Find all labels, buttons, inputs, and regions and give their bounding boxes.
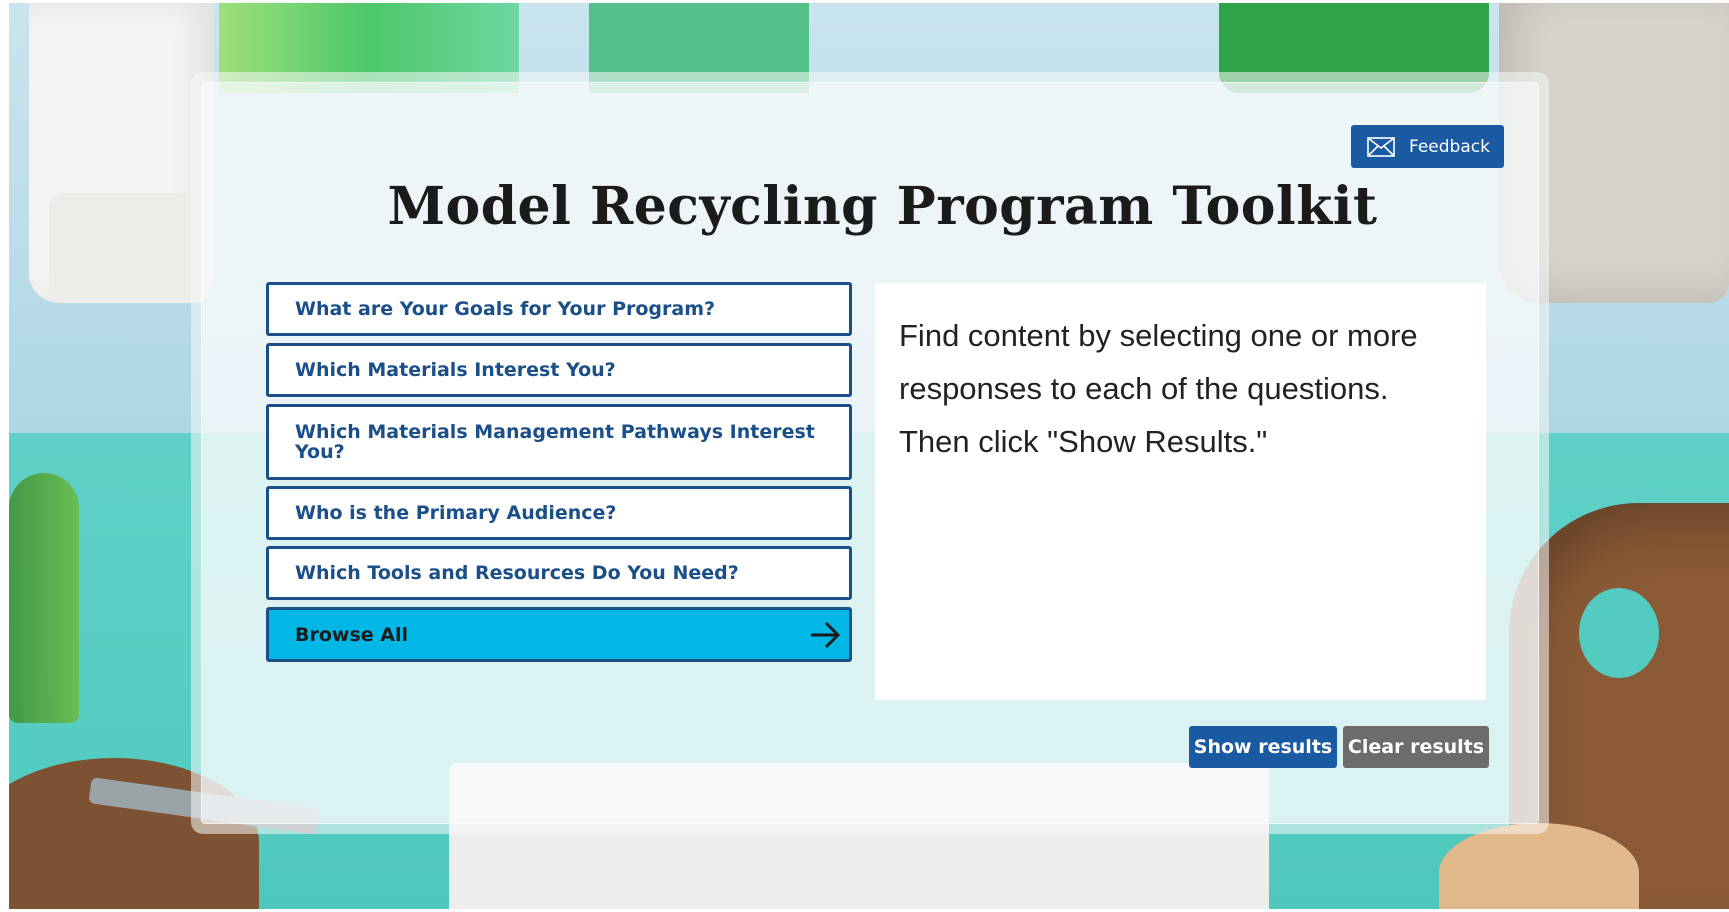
green-glass-bottle-image (1219, 3, 1489, 93)
question-goals-button[interactable]: What are Your Goals for Your Program? (266, 282, 852, 336)
question-pathways-button[interactable]: Which Materials Management Pathways Inte… (266, 404, 852, 480)
question-materials-button[interactable]: Which Materials Interest You? (266, 343, 852, 397)
browse-all-button[interactable]: Browse All (266, 607, 852, 662)
clear-results-button[interactable]: Clear results (1343, 726, 1489, 768)
envelope-icon (1367, 136, 1395, 157)
question-label: Which Materials Management Pathways Inte… (295, 421, 815, 463)
instructions-box: Find content by selecting one or more re… (875, 283, 1486, 700)
question-tools-button[interactable]: Which Tools and Resources Do You Need? (266, 546, 852, 600)
feedback-label: Feedback (1409, 136, 1490, 157)
cutting-board-hole-image (1579, 588, 1659, 678)
arrow-right-icon (809, 620, 841, 650)
question-audience-button[interactable]: Who is the Primary Audience? (266, 486, 852, 540)
question-label: Which Tools and Resources Do You Need? (295, 562, 739, 584)
instructions-text: Find content by selecting one or more re… (899, 318, 1418, 459)
feedback-button[interactable]: Feedback (1351, 125, 1504, 168)
show-results-button[interactable]: Show results (1189, 726, 1337, 768)
plastic-bottle-image (589, 3, 809, 93)
question-label: What are Your Goals for Your Program? (295, 298, 716, 320)
browse-all-label: Browse All (295, 623, 408, 646)
page-title: Model Recycling Program Toolkit (387, 176, 1378, 237)
vegetable-greens-image (9, 473, 79, 723)
question-label: Who is the Primary Audience? (295, 502, 617, 524)
green-bag-image (219, 3, 519, 93)
question-label: Which Materials Interest You? (295, 359, 616, 381)
